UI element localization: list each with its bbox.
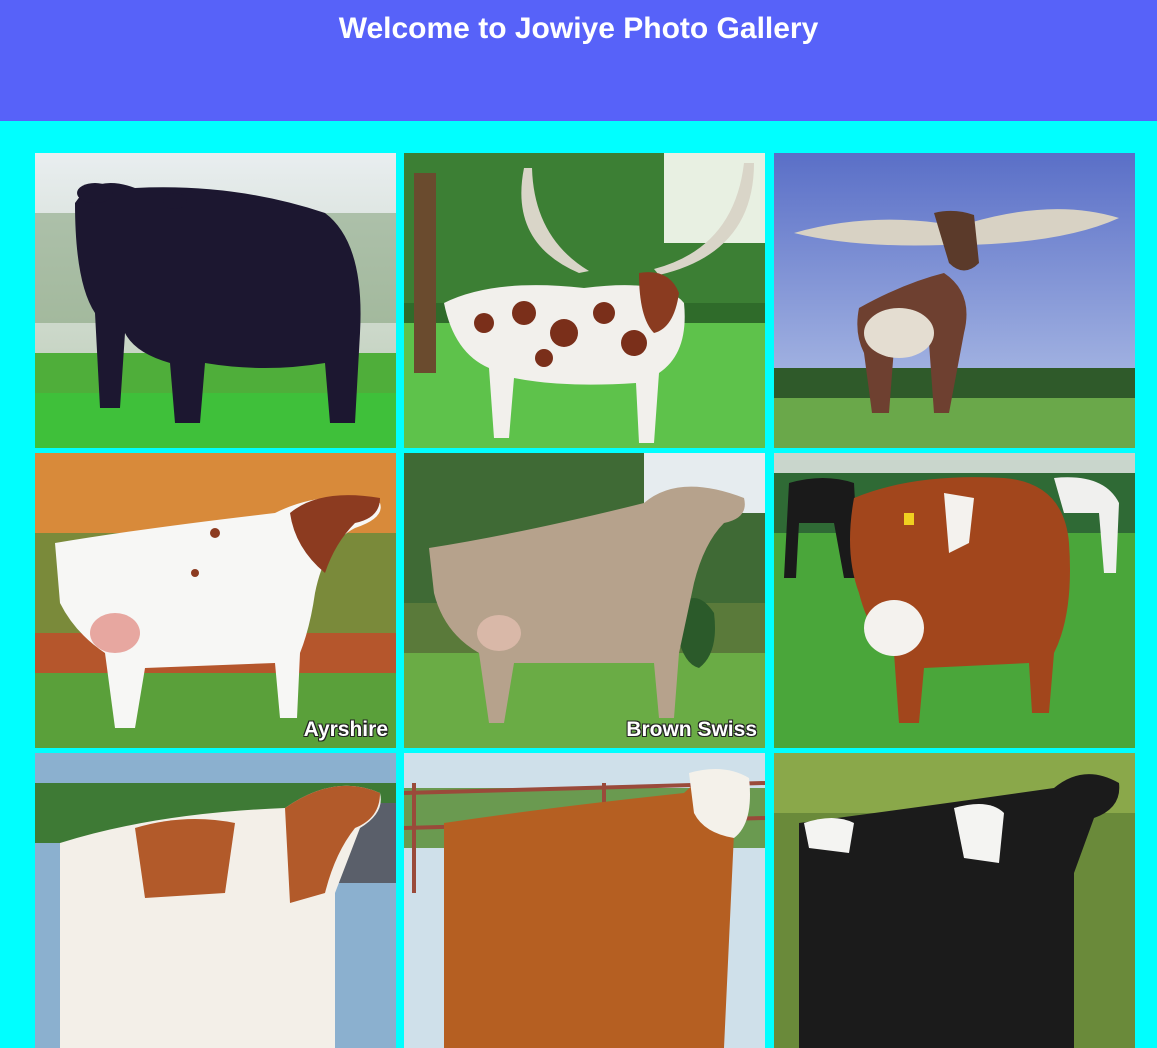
gallery-photo-red-white-pasture[interactable] [774, 453, 1135, 748]
holstein-image [774, 753, 1135, 1048]
page-header: Welcome to Jowiye Photo Gallery [0, 0, 1157, 121]
gallery-photo-ankole-giant-horns[interactable] [774, 153, 1135, 448]
hereford-image [404, 753, 765, 1048]
gallery-photo-black-bull[interactable] [35, 153, 396, 448]
gallery-photo-ankole-spotted[interactable] [404, 153, 765, 448]
ankole-spotted-image [404, 153, 765, 448]
gallery-photo-brown-swiss[interactable]: Brown Swiss [404, 453, 765, 748]
ankole-giant-horns-image [774, 153, 1135, 448]
gallery-photo-holstein[interactable] [774, 753, 1135, 1048]
gallery-photo-hereford[interactable] [404, 753, 765, 1048]
red-white-pasture-image [774, 453, 1135, 748]
ayrshire-image [35, 453, 396, 748]
photo-caption-ayrshire: Ayrshire [303, 718, 388, 741]
black-bull-image [35, 153, 396, 448]
photo-caption-brown-swiss: Brown Swiss [626, 718, 757, 741]
page-title: Welcome to Jowiye Photo Gallery [338, 12, 819, 45]
red-white-barn-image [35, 753, 396, 1048]
gallery-photo-ayrshire[interactable]: Ayrshire [35, 453, 396, 748]
gallery-photo-red-white-barn[interactable] [35, 753, 396, 1048]
brown-swiss-image [404, 453, 765, 748]
